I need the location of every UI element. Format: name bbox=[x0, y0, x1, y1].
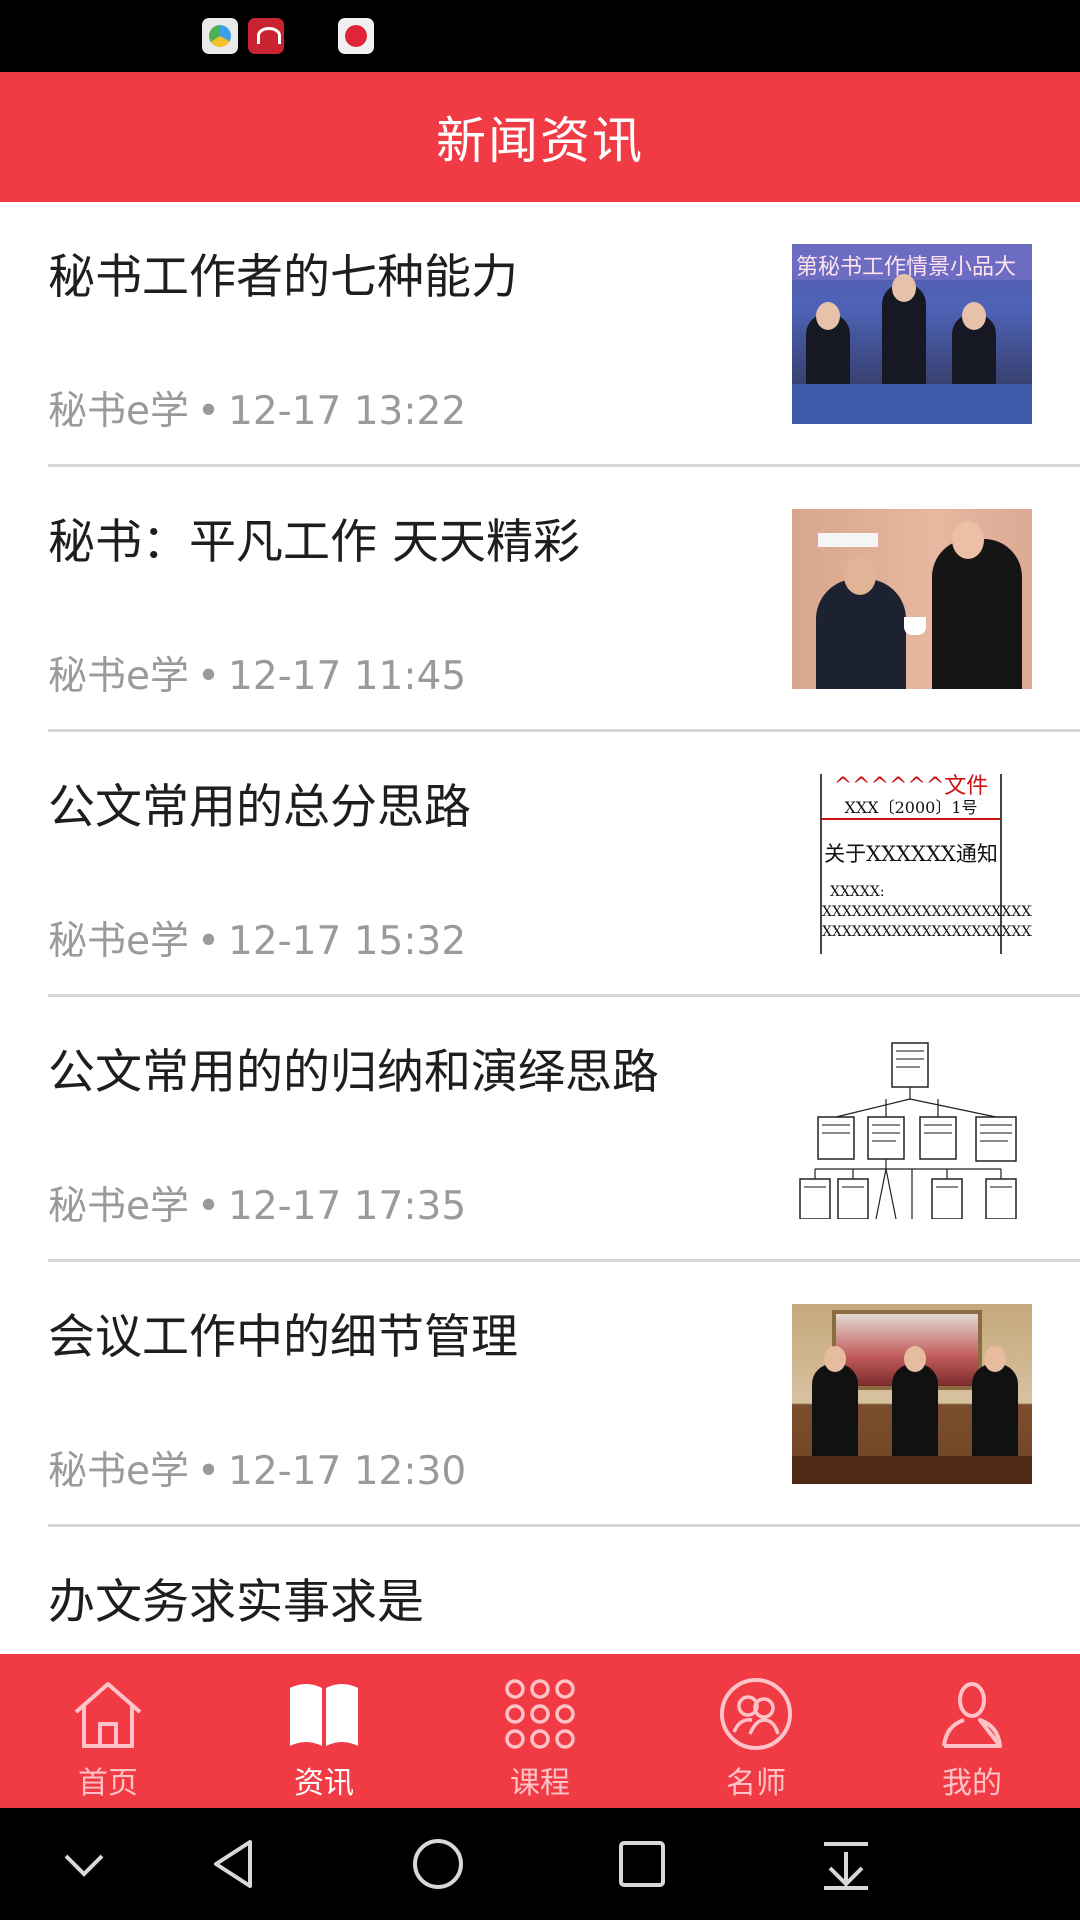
doc-line: 关于XXXXXX通知 bbox=[824, 842, 998, 866]
news-thumbnail: 第秘书工作情景小品大 bbox=[792, 244, 1032, 424]
news-title: 公文常用的的归纳和演绎思路 bbox=[48, 1045, 659, 1100]
meta-separator: • bbox=[197, 919, 221, 964]
nav-label: 课程 bbox=[510, 1766, 570, 1801]
news-item[interactable]: 会议工作中的细节管理 秘书e学 • 12-17 12:30 bbox=[0, 1262, 1080, 1527]
meta-separator: • bbox=[197, 654, 221, 699]
nav-label: 资讯 bbox=[294, 1766, 354, 1801]
news-source: 秘书e学 bbox=[48, 919, 189, 964]
thumbnail-banner-text: 第秘书工作情景小品大 bbox=[792, 244, 1032, 280]
news-meta: 秘书e学 • 12-17 12:30 bbox=[48, 1440, 466, 1496]
news-time: 12-17 15:32 bbox=[228, 919, 467, 964]
flowchart-thumbnail bbox=[799, 1042, 1017, 1219]
book-icon bbox=[290, 1684, 358, 1746]
news-source: 秘书e学 bbox=[48, 1449, 189, 1494]
news-thumbnail bbox=[792, 509, 1032, 689]
news-meta: 秘书e学 • 12-17 17:35 bbox=[48, 1175, 466, 1231]
news-time: 12-17 17:35 bbox=[228, 1184, 467, 1229]
recents-icon[interactable] bbox=[612, 1834, 672, 1894]
news-list[interactable]: 秘书工作者的七种能力 秘书e学 • 12-17 13:22 第秘书工作情景小品大 秘… bbox=[0, 202, 1080, 1654]
doc-line: XXXXX: bbox=[830, 884, 885, 900]
news-time: 12-17 13:22 bbox=[228, 389, 467, 434]
nav-item-courses[interactable]: 课程 bbox=[432, 1654, 648, 1808]
home-circle-icon[interactable] bbox=[408, 1834, 468, 1894]
back-icon[interactable] bbox=[204, 1834, 264, 1894]
video-app-icon bbox=[338, 18, 374, 54]
grid-dots-icon bbox=[505, 1679, 575, 1749]
system-nav-bar bbox=[0, 1808, 1080, 1920]
news-meta: 秘书e学 • 12-17 13:22 bbox=[48, 380, 466, 436]
meta-separator: • bbox=[197, 1449, 221, 1494]
nav-item-mine[interactable]: 我的 bbox=[864, 1654, 1080, 1808]
news-item[interactable]: 秘书：平凡工作 天天精彩 秘书e学 • 12-17 11:45 bbox=[0, 467, 1080, 732]
nav-label: 名师 bbox=[726, 1766, 786, 1801]
status-bar bbox=[0, 0, 1080, 72]
news-meta: 秘书e学 • 12-17 15:32 bbox=[48, 910, 466, 966]
notification-pull-icon[interactable] bbox=[816, 1834, 876, 1894]
browser-app-icon bbox=[202, 18, 238, 54]
home-icon bbox=[74, 1682, 142, 1748]
meta-separator: • bbox=[197, 1184, 221, 1229]
collapse-icon[interactable] bbox=[54, 1834, 114, 1894]
nav-item-home[interactable]: 首页 bbox=[0, 1654, 216, 1808]
news-title: 秘书：平凡工作 天天精彩 bbox=[48, 515, 580, 570]
app-header: 新闻资讯 bbox=[0, 72, 1080, 202]
news-time: 12-17 11:45 bbox=[228, 654, 467, 699]
news-source: 秘书e学 bbox=[48, 1184, 189, 1229]
news-title: 秘书工作者的七种能力 bbox=[48, 250, 518, 305]
news-title: 公文常用的总分思路 bbox=[48, 780, 471, 835]
news-title: 会议工作中的细节管理 bbox=[48, 1310, 518, 1365]
news-thumbnail: ^^^^^^文件 XXX〔2000〕1号 关于XXXXXX通知 XXXXX: X… bbox=[792, 774, 1032, 954]
page-title: 新闻资讯 bbox=[436, 112, 644, 170]
news-item[interactable]: 办文务求实事求是 bbox=[0, 1527, 1080, 1654]
news-thumbnail bbox=[792, 1039, 1032, 1219]
news-meta: 秘书e学 • 12-17 11:45 bbox=[48, 645, 466, 701]
news-source: 秘书e学 bbox=[48, 389, 189, 434]
news-item[interactable]: 公文常用的的归纳和演绎思路 秘书e学 • 12-17 17:35 bbox=[0, 997, 1080, 1262]
bottom-nav: 首页 资讯 课程 名师 我的 bbox=[0, 1654, 1080, 1808]
doc-line: XXXXXXXXXXXXXXXXXXXXXXXXXXX bbox=[822, 924, 1032, 940]
person-icon bbox=[942, 1682, 1002, 1748]
huawei-app-icon bbox=[248, 18, 284, 54]
news-source: 秘书e学 bbox=[48, 654, 189, 699]
teachers-icon bbox=[720, 1678, 792, 1750]
nav-item-news[interactable]: 资讯 bbox=[216, 1654, 432, 1808]
nav-label: 首页 bbox=[78, 1766, 138, 1801]
news-item[interactable]: 秘书工作者的七种能力 秘书e学 • 12-17 13:22 第秘书工作情景小品大 bbox=[0, 202, 1080, 467]
news-time: 12-17 12:30 bbox=[228, 1449, 467, 1494]
meta-separator: • bbox=[197, 389, 221, 434]
news-thumbnail bbox=[792, 1304, 1032, 1484]
doc-line: XXXXXXXXXXXXXXXXXXXXXXXXXX bbox=[822, 904, 1032, 920]
news-title: 办文务求实事求是 bbox=[48, 1575, 424, 1630]
nav-label: 我的 bbox=[942, 1766, 1002, 1801]
doc-line: XXX〔2000〕1号 bbox=[844, 798, 978, 817]
nav-item-teachers[interactable]: 名师 bbox=[648, 1654, 864, 1808]
news-item[interactable]: 公文常用的总分思路 秘书e学 • 12-17 15:32 ^^^^^^文件 XXX〔… bbox=[0, 732, 1080, 997]
